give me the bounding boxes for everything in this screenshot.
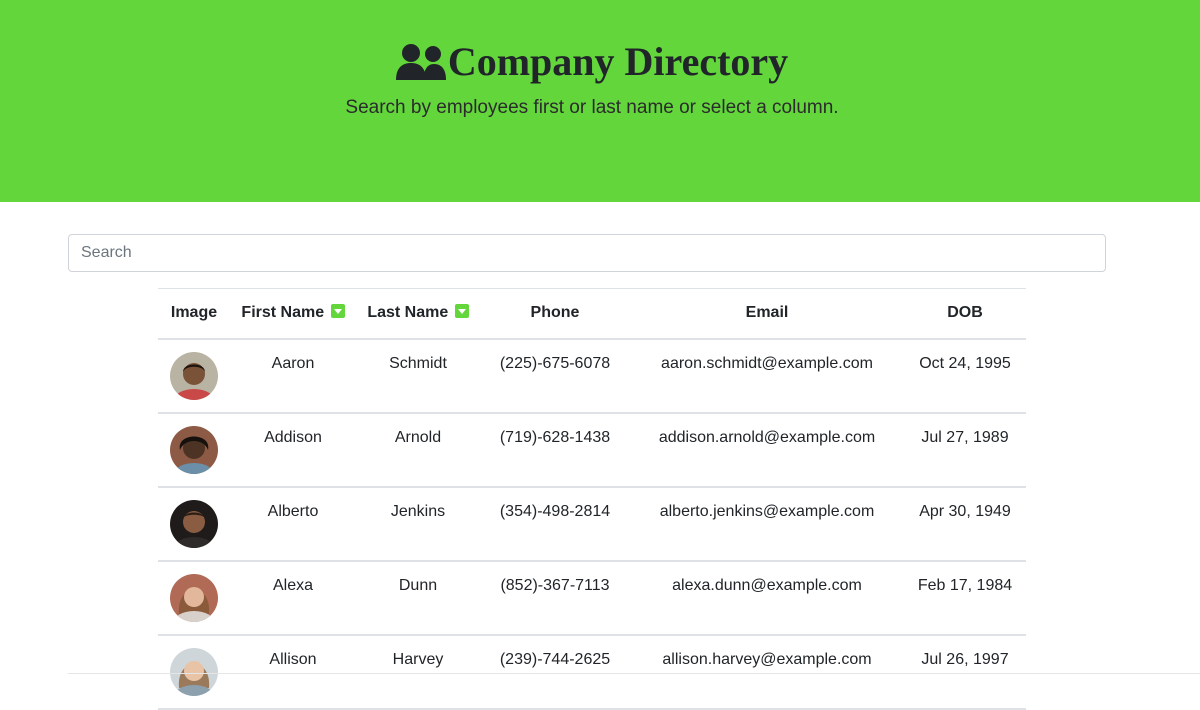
header-title-row: Company Directory bbox=[0, 38, 1184, 86]
dob-cell: Apr 30, 1949 bbox=[919, 502, 1011, 520]
first-name-cell: Addison bbox=[264, 428, 322, 446]
avatar-face bbox=[184, 660, 204, 681]
avatar-cell bbox=[158, 413, 230, 487]
column-label: DOB bbox=[947, 304, 983, 322]
column-header-dob: DOB bbox=[904, 289, 1026, 339]
column-label: First Name bbox=[241, 304, 325, 322]
email-cell: aaron.schmidt@example.com bbox=[661, 354, 873, 372]
last-name-cell: Schmidt bbox=[389, 354, 447, 372]
avatar bbox=[170, 499, 218, 548]
first-name-cell: Alexa bbox=[272, 576, 314, 594]
dob-cell: Feb 17, 1984 bbox=[917, 576, 1013, 594]
column-label: Image bbox=[170, 304, 218, 322]
avatar bbox=[170, 425, 218, 474]
phone-cell: (719)-628-1438 bbox=[499, 428, 611, 446]
dob-cell: Oct 24, 1995 bbox=[919, 354, 1011, 372]
sort-first-name-icon[interactable] bbox=[330, 304, 345, 319]
column-header-first-name[interactable]: First Name bbox=[230, 289, 356, 339]
search-input[interactable] bbox=[68, 234, 1106, 272]
dob-cell: Jul 27, 1989 bbox=[921, 428, 1009, 446]
users-icon bbox=[395, 44, 446, 80]
last-name-cell: Arnold bbox=[394, 428, 442, 446]
column-header-phone: Phone bbox=[480, 289, 630, 339]
avatar bbox=[170, 647, 218, 696]
avatar-cell bbox=[158, 561, 230, 635]
first-name-cell: Aaron bbox=[271, 354, 315, 372]
table-header: Image First Name Last Name Phone Email D… bbox=[158, 288, 1026, 339]
page-subtitle: Search by employees first or last name o… bbox=[345, 97, 839, 118]
table-row: Aaron Schmidt (225)-675-6078 aaron.schmi… bbox=[158, 339, 1026, 413]
page-title: Company Directory bbox=[447, 39, 789, 84]
email-cell: alexa.dunn@example.com bbox=[672, 576, 862, 594]
email-cell: addison.arnold@example.com bbox=[658, 428, 876, 446]
avatar bbox=[170, 573, 218, 622]
avatar-cell bbox=[158, 635, 230, 709]
avatar bbox=[170, 351, 218, 400]
first-name-cell: Alberto bbox=[267, 502, 319, 520]
avatar-face bbox=[184, 586, 204, 607]
column-label: Last Name bbox=[367, 304, 449, 322]
table-row: Allison Harvey (239)-744-2625 allison.ha… bbox=[158, 635, 1026, 709]
table-row: Addison Arnold (719)-628-1438 addison.ar… bbox=[158, 413, 1026, 487]
column-label: Phone bbox=[530, 304, 580, 322]
email-cell: allison.harvey@example.com bbox=[662, 650, 872, 668]
column-label: Email bbox=[745, 304, 789, 322]
employee-table: Image First Name Last Name Phone Email D… bbox=[158, 288, 1026, 710]
phone-cell: (354)-498-2814 bbox=[499, 502, 611, 520]
divider bbox=[68, 673, 1200, 674]
table-row: Alberto Jenkins (354)-498-2814 alberto.j… bbox=[158, 487, 1026, 561]
table-row: Alexa Dunn (852)-367-7113 alexa.dunn@exa… bbox=[158, 561, 1026, 635]
column-header-image: Image bbox=[158, 289, 230, 339]
phone-cell: (852)-367-7113 bbox=[500, 576, 610, 594]
last-name-cell: Dunn bbox=[398, 576, 438, 594]
last-name-cell: Jenkins bbox=[390, 502, 446, 520]
sort-last-name-icon[interactable] bbox=[454, 304, 469, 319]
first-name-cell: Allison bbox=[269, 650, 317, 668]
table-body: Aaron Schmidt (225)-675-6078 aaron.schmi… bbox=[158, 339, 1026, 709]
phone-cell: (239)-744-2625 bbox=[499, 650, 611, 668]
phone-cell: (225)-675-6078 bbox=[499, 354, 611, 372]
column-header-email: Email bbox=[630, 289, 904, 339]
last-name-cell: Harvey bbox=[392, 650, 444, 668]
dob-cell: Jul 26, 1997 bbox=[921, 650, 1009, 668]
avatar-cell bbox=[158, 487, 230, 561]
column-header-last-name[interactable]: Last Name bbox=[356, 289, 480, 339]
avatar-cell bbox=[158, 339, 230, 413]
email-cell: alberto.jenkins@example.com bbox=[659, 502, 875, 520]
